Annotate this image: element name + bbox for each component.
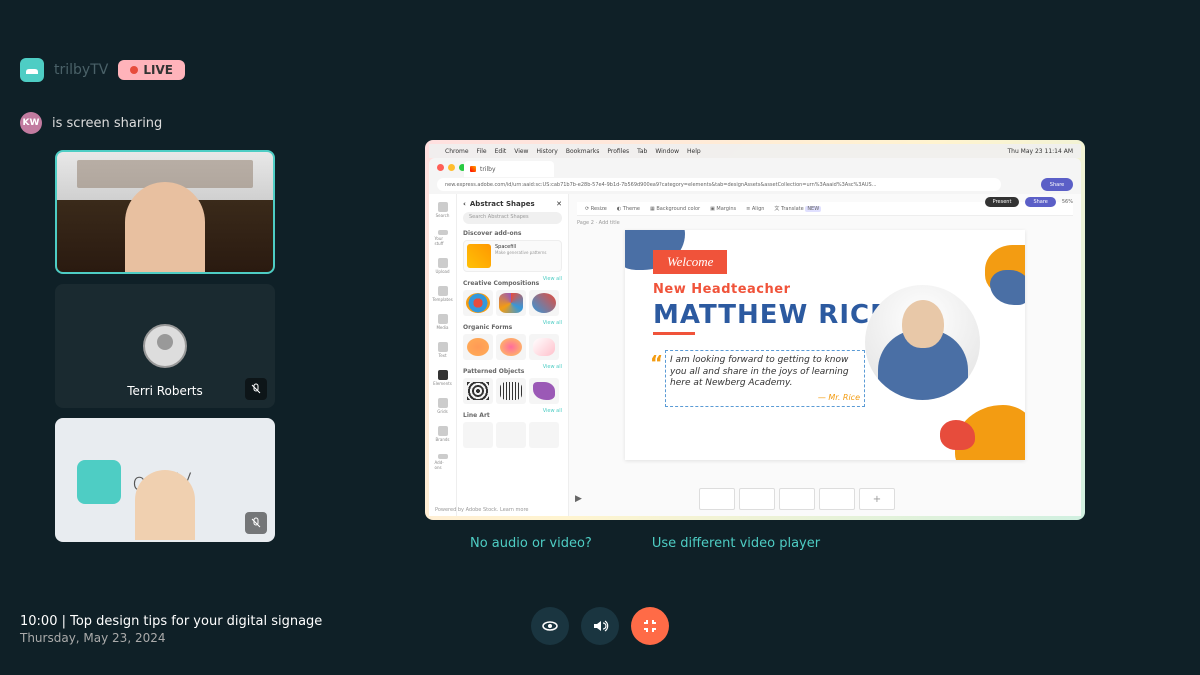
rail-media: Media — [435, 314, 451, 330]
presenter-avatar: KW — [20, 112, 42, 134]
present-button: Present — [985, 197, 1020, 207]
slide-subtitle: New Headteacher — [653, 282, 791, 297]
share-button: Share — [1025, 197, 1055, 207]
canvas-area: ⟳ Resize ◐ Theme ▦ Background color ▣ Ma… — [569, 194, 1081, 516]
canvas-toolbar: ⟳ Resize ◐ Theme ▦ Background color ▣ Ma… — [577, 202, 1073, 216]
mic-muted-icon[interactable] — [245, 378, 267, 400]
app-name: trilbyTV — [54, 62, 108, 78]
add-page-button: + — [859, 488, 895, 510]
slide-name: MATTHEW RICE — [653, 300, 889, 330]
live-badge: LIVE — [118, 60, 185, 80]
rail-elements: Elements — [435, 370, 451, 386]
avatar-placeholder-icon — [143, 324, 187, 368]
browser-share-button: Share — [1041, 178, 1073, 191]
play-icon: ▶ — [575, 494, 587, 506]
exit-fullscreen-button[interactable] — [631, 607, 669, 645]
participant-tile[interactable] — [55, 150, 275, 274]
rail-text: Text — [435, 342, 451, 358]
participant-tile[interactable]: oyTV — [55, 418, 275, 542]
panel-search: Search Abstract Shapes — [463, 212, 562, 224]
welcome-ribbon: Welcome — [653, 250, 727, 274]
url-bar: new.express.adobe.com/id/urn:aaid:sc:US:… — [437, 178, 1001, 191]
rail-brands: Brands — [435, 426, 451, 442]
addon-card: SpacefillMake generative patterns — [463, 240, 562, 272]
volume-button[interactable] — [581, 607, 619, 645]
participant-name: Terri Roberts — [127, 384, 203, 398]
rail-grids: Grids — [435, 398, 451, 414]
app-left-rail: Search Your stuff Upload Templates Media… — [429, 194, 457, 516]
browser-chrome: trilby new.express.adobe.com/id/urn:aaid… — [429, 158, 1081, 194]
rail-search: Search — [435, 202, 451, 218]
page-label: Page 2 · Add title — [577, 220, 1073, 226]
visibility-button[interactable] — [531, 607, 569, 645]
panel-title: Abstract Shapes — [470, 200, 535, 208]
person-photo — [865, 285, 980, 400]
session-date: Thursday, May 23, 2024 — [20, 631, 322, 645]
screen-share-viewport: Chrome File Edit View History Bookmarks … — [425, 140, 1085, 520]
rail-upload: Upload — [435, 258, 451, 274]
rail-templates: Templates — [435, 286, 451, 302]
help-link-player[interactable]: Use different video player — [652, 536, 820, 551]
session-title: 10:00 | Top design tips for your digital… — [20, 614, 322, 629]
quote-box: “ I am looking forward to getting to kno… — [665, 350, 865, 407]
slide-canvas: Welcome New Headteacher MATTHEW RICE “ I… — [625, 230, 1025, 460]
rail-yourstuff: Your stuff — [435, 230, 451, 246]
macos-menubar: Chrome File Edit View History Bookmarks … — [429, 144, 1081, 158]
participants-list: Terri Roberts oyTV — [55, 150, 275, 542]
live-label: LIVE — [143, 63, 173, 77]
elements-panel: ‹Abstract Shapes✕ Search Abstract Shapes… — [457, 194, 569, 516]
browser-tab: trilby — [464, 161, 554, 177]
rail-addons: Add-ons — [435, 454, 451, 470]
app-logo — [20, 58, 44, 82]
mic-muted-icon[interactable] — [245, 512, 267, 534]
participant-tile[interactable]: Terri Roberts — [55, 284, 275, 408]
sharing-status: is screen sharing — [52, 116, 162, 131]
help-link-av[interactable]: No audio or video? — [470, 536, 592, 551]
page-thumbnails: + — [699, 488, 895, 510]
